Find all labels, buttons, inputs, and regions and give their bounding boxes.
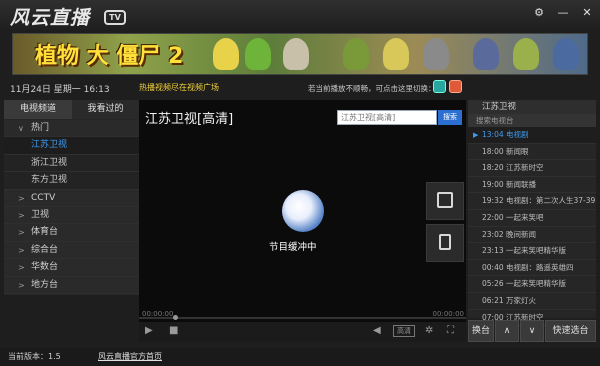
- progress-knob[interactable]: [172, 315, 178, 320]
- gear-icon[interactable]: ✲: [425, 325, 433, 336]
- play-icon[interactable]: ▶: [145, 325, 153, 336]
- tab-history[interactable]: 我看过的: [72, 100, 139, 119]
- program-item[interactable]: 23:02 晚间新闻: [468, 227, 596, 244]
- chevron-right-icon: >: [18, 210, 25, 220]
- player-controls: ▶ ■ ◀ 高清 ✲ ⛶: [139, 322, 466, 342]
- program-item[interactable]: 18:20 江苏新时空: [468, 160, 596, 177]
- version-label: 当前版本：1.5: [8, 352, 61, 361]
- stop-icon[interactable]: ■: [169, 325, 178, 336]
- close-icon[interactable]: ✕: [580, 6, 594, 20]
- mobile-button[interactable]: [426, 224, 464, 262]
- category-local[interactable]: > 地方台: [4, 276, 139, 294]
- channel-zhejiang[interactable]: 浙江卫视: [4, 154, 139, 173]
- program-item[interactable]: 06:21 万家灯火: [468, 293, 596, 310]
- chevron-right-icon: >: [18, 280, 25, 290]
- program-item[interactable]: 18:00 新闻眼: [468, 144, 596, 161]
- app-logo: 风云直播: [10, 7, 91, 29]
- info-row: 11月24日 星期一 16:13 热播视频尽在视频广场 若当前播放不顺畅，可点击…: [0, 78, 600, 98]
- share-button[interactable]: [426, 182, 464, 220]
- plant-image: [513, 38, 539, 70]
- peashooter-image: [245, 38, 271, 70]
- program-item[interactable]: ▶ 13:04 电视剧: [468, 127, 596, 144]
- source-one-icon[interactable]: [433, 80, 446, 93]
- program-item[interactable]: 00:40 电视剧：路遥英雄四: [468, 260, 596, 277]
- footer: 当前版本：1.5 风云直播官方首页: [0, 348, 600, 366]
- category-satellite[interactable]: > 卫视: [4, 206, 139, 225]
- tab-tv-channels[interactable]: 电视频道: [4, 100, 72, 119]
- banner-title: 植物 大 僵尸 2: [35, 44, 184, 69]
- tv-badge-icon: TV: [104, 10, 126, 25]
- sunflower-image: [213, 38, 239, 70]
- program-item[interactable]: 19:32 电视剧：第二次人生37-39: [468, 193, 596, 210]
- channel-sidebar: 电视频道 我看过的 ∨ 热门 江苏卫视 浙江卫视 东方卫视 > CCTV > 卫视 >…: [4, 100, 139, 295]
- zombie-image: [283, 38, 309, 70]
- channel-search-input[interactable]: 江苏卫视[高清]: [337, 110, 437, 125]
- chevron-down-icon[interactable]: ∨: [520, 320, 544, 342]
- quick-select-button[interactable]: 快速选台: [545, 320, 596, 342]
- chevron-right-icon: >: [18, 263, 25, 273]
- category-hot[interactable]: ∨ 热门: [4, 120, 139, 138]
- schedule-channel: 江苏卫视: [468, 100, 596, 114]
- quality-button[interactable]: 高清: [393, 325, 415, 337]
- chevron-right-icon: >: [18, 245, 25, 255]
- plant-image: [343, 38, 369, 70]
- homepage-link[interactable]: 风云直播官方首页: [98, 351, 162, 362]
- phone-icon: [439, 234, 451, 250]
- video-player[interactable]: 江苏卫视[高清] 江苏卫视[高清] 搜索 节目缓冲中 00:00:00 00:0…: [139, 100, 466, 322]
- share-icon: [437, 192, 453, 208]
- loading-spinner-icon: [282, 190, 324, 232]
- buffering-text: 节目缓冲中: [269, 242, 317, 253]
- chevron-right-icon: >: [18, 193, 25, 203]
- plant-image: [383, 38, 409, 70]
- schedule-buttons: 换台 ∧ ∨ 快速选台: [468, 320, 596, 342]
- category-list: ∨ 热门 江苏卫视 浙江卫视 东方卫视 > CCTV > 卫视 > 体育台 > 综合台 >…: [4, 120, 139, 294]
- video-title: 江苏卫视[高清]: [145, 112, 234, 127]
- banner-ad[interactable]: 植物 大 僵尸 2: [12, 33, 588, 75]
- source-two-icon[interactable]: [449, 80, 462, 93]
- promo-link[interactable]: 热播视频尽在视频广场: [139, 82, 219, 93]
- title-bar: 风云直播 TV ⚙ — ✕: [0, 0, 600, 30]
- program-item[interactable]: 23:13 一起来笑吧精华版: [468, 243, 596, 260]
- fullscreen-icon[interactable]: ⛶: [447, 325, 454, 336]
- category-huashu[interactable]: > 华数台: [4, 259, 139, 277]
- program-item[interactable]: 19:00 新闻联播: [468, 177, 596, 194]
- search-button[interactable]: 搜索: [438, 110, 462, 125]
- schedule-panel: 江苏卫视 搜索电视台 ▶ 13:04 电视剧 18:00 新闻眼 18:20 江苏新时…: [468, 100, 596, 327]
- datetime: 11月24日 星期一 16:13: [10, 85, 110, 95]
- switch-channel-button[interactable]: 换台: [468, 320, 494, 342]
- progress-bar[interactable]: [139, 315, 466, 320]
- minimize-icon[interactable]: —: [556, 6, 570, 20]
- program-item[interactable]: 22:00 一起来笑吧: [468, 210, 596, 227]
- chevron-up-icon[interactable]: ∧: [495, 320, 519, 342]
- switch-hint: 若当前播放不顺畅，可点击这里切换：: [308, 84, 436, 93]
- volume-icon[interactable]: ◀: [373, 325, 381, 336]
- program-list: ▶ 13:04 电视剧 18:00 新闻眼 18:20 江苏新时空 19:00 新闻联播…: [468, 127, 596, 327]
- channel-tabs: 电视频道 我看过的: [4, 100, 139, 119]
- zombie-image: [553, 38, 579, 70]
- category-sports[interactable]: > 体育台: [4, 224, 139, 242]
- chevron-right-icon: >: [18, 228, 25, 238]
- program-item[interactable]: 05:26 一起来笑吧精华版: [468, 276, 596, 293]
- playing-indicator-icon: ▶: [473, 131, 479, 139]
- chevron-down-icon: ∨: [18, 124, 24, 133]
- settings-icon[interactable]: ⚙: [532, 6, 546, 20]
- channel-jiangsu[interactable]: 江苏卫视: [4, 137, 139, 155]
- category-general[interactable]: > 综合台: [4, 241, 139, 260]
- category-cctv[interactable]: > CCTV: [4, 189, 139, 207]
- zombie-image: [423, 38, 449, 70]
- schedule-search-input[interactable]: 搜索电视台: [468, 114, 596, 127]
- channel-dongfang[interactable]: 东方卫视: [4, 172, 139, 190]
- zombie-image: [473, 38, 499, 70]
